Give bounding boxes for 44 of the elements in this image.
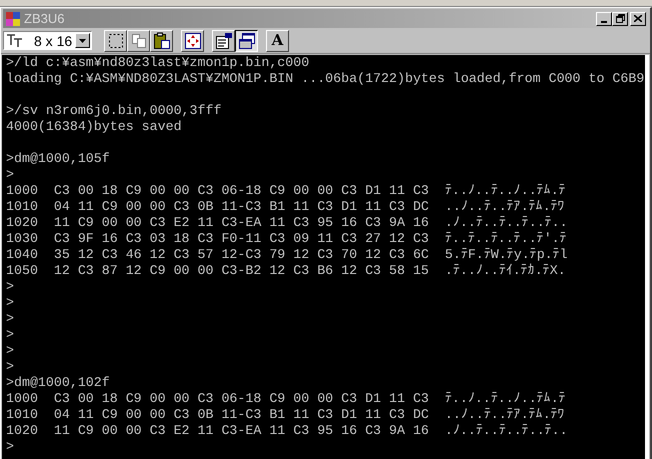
app-icon — [5, 10, 21, 26]
dropdown-arrow-button[interactable] — [75, 33, 90, 48]
window-title: ZB3U6 — [24, 12, 64, 25]
console-line: >/ld c:¥asm¥nd80z3last¥zmon1p.bin,c000 — [6, 55, 310, 71]
console-line: >dm@1000,105f — [6, 150, 111, 167]
restore-icon — [616, 14, 624, 23]
console-line: 1040 35 12 C3 46 12 C3 57 12-C3 79 12 C3 70 12 C3 6C 5.ﾃF.ﾃW.ﾃy.ﾃp.ﾃl — [6, 247, 569, 263]
console-line: 4000(16384)bytes saved — [6, 119, 183, 135]
console-line: > — [6, 359, 15, 375]
console-line: >/sv n3rom6j0.bin,0000,3fff — [6, 102, 222, 119]
console-line: 1000 C3 00 18 C9 00 00 C3 06-18 C9 00 00 C3 D1 11 C3 ﾃ..ﾉ..ﾃ..ﾉ..ﾃﾑ.ﾃ — [6, 183, 567, 199]
close-icon — [634, 15, 642, 22]
clipboard-icon — [152, 32, 170, 50]
console-line: 1020 11 C9 00 00 C3 E2 11 C3-EA 11 C3 95 16 C3 9A 16 .ﾉ..ﾃ..ﾃ..ﾃ..ﾃ.. — [6, 215, 569, 231]
console-line: 1010 04 11 C9 00 00 C3 0B 11-C3 B1 11 C3 D1 11 C3 DC ..ﾉ..ﾃ..ﾃｱ.ﾃﾑ.ﾃﾜ — [6, 199, 566, 215]
console-line: 1000 C3 00 18 C9 00 00 C3 06-18 C9 00 00 C3 D1 11 C3 ﾃ..ﾉ..ﾃ..ﾉ..ﾃﾑ.ﾃ — [6, 391, 567, 407]
console-line: > — [6, 279, 15, 295]
dashed-rectangle-icon — [108, 32, 124, 48]
font-size-value: 8 x 16 — [34, 34, 72, 48]
console-line: >dm@1000,102f — [6, 375, 111, 391]
console-line: > — [6, 295, 15, 311]
caret-icon — [79, 38, 86, 42]
toolbar-button[interactable] — [235, 30, 258, 52]
console-line: loading C:¥ASM¥ND80Z3LAST¥ZMON1P.BIN ...06ba(1722)bytes loaded,from C000 to C6B9 — [6, 71, 645, 87]
console-line: 1030 C3 9F 16 C3 03 18 C3 F0-11 C3 09 11 C3 27 12 C3 ﾃ..ﾃ..ﾃ..ﾃ..ﾃ'.ﾃ — [6, 231, 568, 247]
copy-icon — [130, 32, 146, 48]
restore-button[interactable] — [612, 12, 628, 26]
minimize-button[interactable] — [596, 12, 612, 26]
console-line: > — [6, 311, 15, 327]
font-icon — [6, 34, 24, 48]
minimize-icon — [601, 20, 607, 22]
close-button[interactable] — [630, 12, 646, 26]
font-button[interactable]: A — [266, 30, 289, 52]
console-line: > — [6, 439, 15, 455]
properties-icon — [214, 32, 232, 50]
console-line: > — [6, 327, 15, 343]
windows-icon — [238, 32, 256, 50]
font-size-dropdown[interactable]: 8 x 16 — [3, 31, 92, 50]
console-line: > — [6, 343, 15, 359]
console-line: 1020 11 C9 00 00 C3 E2 11 C3-EA 11 C3 95 16 C3 9A 16 .ﾉ..ﾃ..ﾃ..ﾃ..ﾃ.. — [6, 423, 569, 439]
console-line: > — [6, 167, 15, 183]
console-line: 1010 04 11 C9 00 00 C3 0B 11-C3 B1 11 C3 D1 11 C3 DC ..ﾉ..ﾃ..ﾃｱ.ﾃﾑ.ﾃﾜ — [6, 407, 566, 423]
arrows-icon — [184, 32, 202, 50]
console-line: 1050 12 C3 87 12 C9 00 00 C3-B2 12 C3 B6 12 C3 58 15 .ﾃ..ﾉ..ﾃｲ.ﾃｶ.ﾃX. — [6, 263, 567, 279]
